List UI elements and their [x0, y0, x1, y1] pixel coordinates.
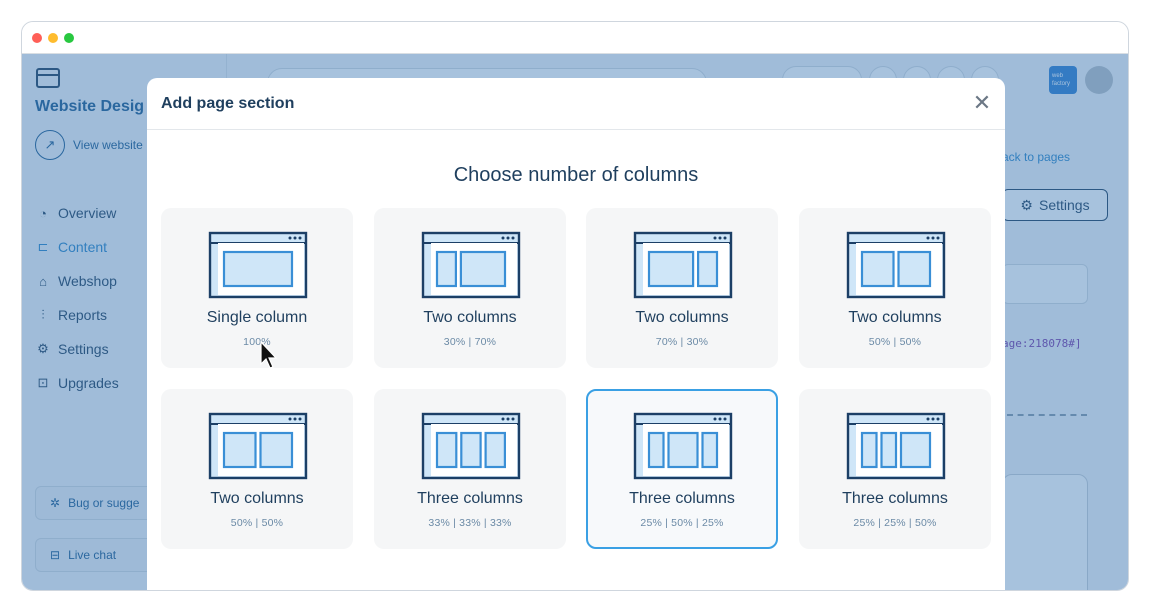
illustration-dot [293, 417, 297, 421]
close-window-dot[interactable] [32, 33, 42, 43]
illustration-dot [723, 236, 727, 240]
illustration-column [435, 431, 458, 469]
browser-layout-illustration [846, 412, 946, 480]
mouse-cursor-icon [260, 341, 278, 369]
illustration-dot [506, 236, 510, 240]
browser-layout-illustration [208, 412, 308, 480]
column-option-label: Three columns [417, 490, 523, 507]
illustration-dot [931, 417, 935, 421]
illustration-dot [511, 236, 515, 240]
window-titlebar [22, 22, 1128, 54]
illustration-dot [936, 417, 940, 421]
column-option-ratio: 33% | 33% | 33% [428, 517, 512, 529]
column-option-label: Single column [206, 309, 308, 326]
illustration-dot [501, 236, 505, 240]
browser-layout-illustration [633, 412, 733, 480]
column-option-ratio: 50% | 50% [868, 336, 922, 348]
illustration-column [435, 250, 457, 288]
column-option-label: Two columns [848, 309, 942, 326]
column-option-card[interactable]: Two columns 30% | 70% [374, 208, 566, 368]
column-option-label: Three columns [842, 490, 948, 507]
illustration-column [647, 250, 695, 288]
column-option-label: Three columns [629, 490, 735, 507]
column-option-ratio: 25% | 50% | 25% [640, 517, 724, 529]
illustration-dot [713, 236, 717, 240]
illustration-dot [293, 236, 297, 240]
column-option-label: Two columns [210, 490, 304, 507]
illustration-column [222, 250, 294, 288]
browser-layout-illustration [421, 231, 521, 299]
illustration-dot [936, 236, 940, 240]
illustration-column [897, 250, 932, 288]
browser-layout-illustration [633, 231, 733, 299]
column-option-ratio: 30% | 70% [443, 336, 497, 348]
illustration-column [860, 250, 895, 288]
illustration-dot [501, 417, 505, 421]
illustration-dot [511, 417, 515, 421]
illustration-column [860, 431, 878, 469]
modal-header: Add page section ✕ [147, 78, 1005, 130]
illustration-dot [718, 417, 722, 421]
app-area: Website Desig ↗ View website ◔ Overview … [22, 54, 1128, 590]
illustration-column [899, 431, 932, 469]
column-option-card[interactable]: Two columns 70% | 30% [586, 208, 778, 368]
illustration-column [459, 250, 507, 288]
illustration-dot [506, 417, 510, 421]
illustration-dot [723, 417, 727, 421]
browser-layout-illustration [846, 231, 946, 299]
browser-layout-illustration [208, 231, 308, 299]
illustration-column [701, 431, 719, 469]
close-icon[interactable]: ✕ [971, 90, 993, 115]
illustration-dot [718, 236, 722, 240]
illustration-column [259, 431, 294, 469]
illustration-dot [288, 236, 292, 240]
illustration-column [696, 250, 719, 288]
illustration-column [667, 431, 699, 469]
browser-layout-illustration [421, 412, 521, 480]
column-option-card[interactable]: Three columns 25% | 50% | 25% [586, 389, 778, 549]
column-option-label: Two columns [635, 309, 729, 326]
column-option-card[interactable]: Three columns 25% | 25% | 50% [799, 389, 991, 549]
illustration-dot [298, 417, 302, 421]
illustration-dot [713, 417, 717, 421]
illustration-dot [926, 417, 930, 421]
column-option-label: Two columns [423, 309, 517, 326]
column-option-card[interactable]: Two columns 50% | 50% [161, 389, 353, 549]
add-section-modal: Add page section ✕ Choose number of colu… [147, 78, 1005, 590]
browser-window: Website Desig ↗ View website ◔ Overview … [21, 21, 1129, 591]
column-option-ratio: 50% | 50% [230, 517, 284, 529]
illustration-dot [298, 236, 302, 240]
illustration-dot [288, 417, 292, 421]
maximize-window-dot[interactable] [64, 33, 74, 43]
illustration-column [460, 431, 482, 469]
modal-title: Add page section [161, 95, 295, 112]
illustration-column [880, 431, 898, 469]
column-option-ratio: 70% | 30% [655, 336, 709, 348]
column-option-card[interactable]: Single column 100% [161, 208, 353, 368]
minimize-window-dot[interactable] [48, 33, 58, 43]
illustration-dot [926, 236, 930, 240]
illustration-column [647, 431, 665, 469]
column-option-card[interactable]: Two columns 50% | 50% [799, 208, 991, 368]
illustration-column [484, 431, 506, 469]
illustration-dot [931, 236, 935, 240]
column-option-ratio: 25% | 25% | 50% [853, 517, 937, 529]
column-option-ratio: 100% [243, 336, 271, 348]
column-option-card[interactable]: Three columns 33% | 33% | 33% [374, 389, 566, 549]
modal-heading: Choose number of columns [453, 164, 699, 186]
illustration-column [222, 431, 257, 469]
